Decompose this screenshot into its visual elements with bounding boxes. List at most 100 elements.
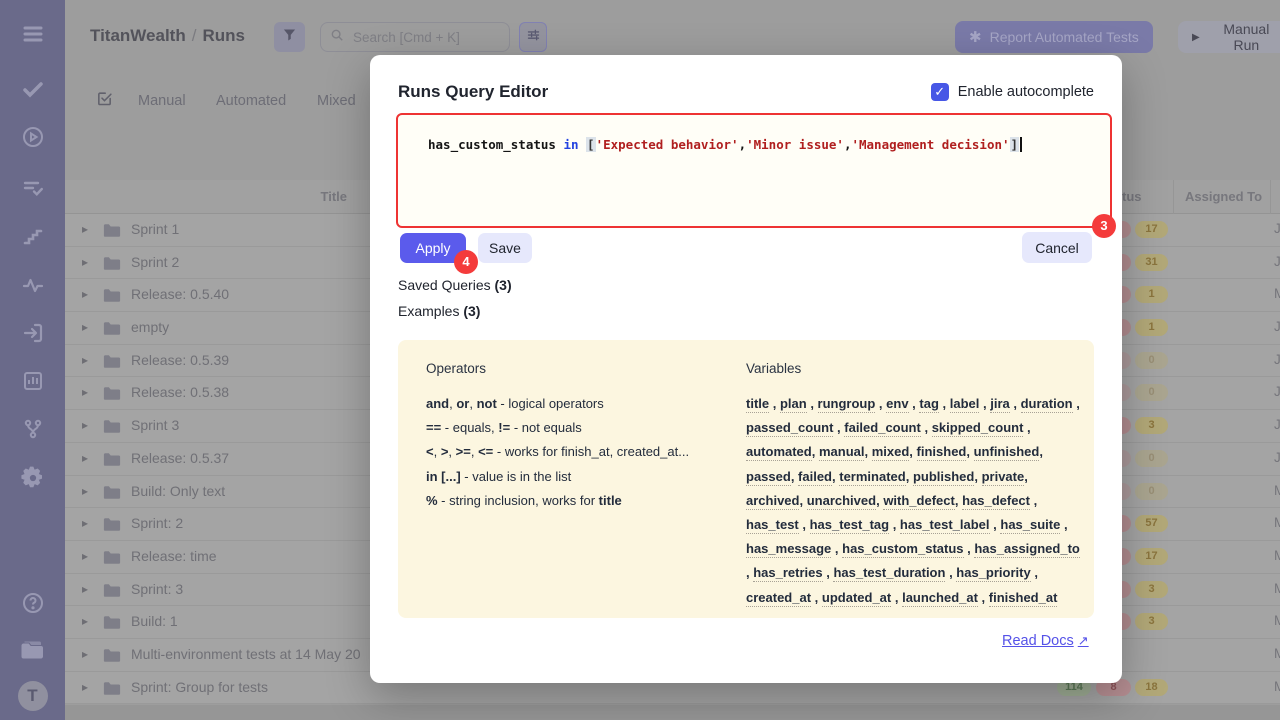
report-automated-tests-button[interactable]: ✱ Report Automated Tests — [955, 21, 1153, 53]
variable-term[interactable]: finished — [917, 444, 967, 461]
row-expand-caret-icon[interactable]: ▸ — [82, 614, 88, 628]
titanwealth-logo[interactable]: T — [0, 681, 65, 711]
cancel-button[interactable]: Cancel — [1022, 232, 1092, 263]
variable-term[interactable]: has_test — [746, 517, 799, 534]
variable-term[interactable]: tag — [919, 396, 939, 413]
settings-gear-icon[interactable] — [0, 463, 65, 493]
variable-term[interactable]: rungroup — [818, 396, 876, 413]
variable-term[interactable]: passed_count — [746, 420, 833, 437]
row-expand-caret-icon[interactable]: ▸ — [82, 385, 88, 399]
tab-automated[interactable]: Automated — [216, 93, 286, 109]
variable-term[interactable]: env — [886, 396, 908, 413]
tests-check-icon[interactable] — [0, 74, 65, 104]
run-title[interactable]: Release: time — [131, 548, 217, 564]
variable-term[interactable]: failed_count — [844, 420, 921, 437]
variable-term[interactable]: published — [913, 469, 974, 486]
run-title[interactable]: Release: 0.5.40 — [131, 286, 229, 302]
variable-term[interactable]: has_priority — [956, 565, 1030, 582]
steps-icon[interactable] — [0, 222, 65, 252]
row-expand-caret-icon[interactable]: ▸ — [82, 516, 88, 530]
variable-term[interactable]: created_at — [746, 590, 811, 607]
variable-term[interactable]: jira — [990, 396, 1010, 413]
row-expand-caret-icon[interactable]: ▸ — [82, 451, 88, 465]
variable-term[interactable]: mixed — [872, 444, 910, 461]
run-title[interactable]: Multi-environment tests at 14 May 20 — [131, 646, 361, 662]
column-header-assigned-to[interactable]: Assigned To — [1185, 189, 1262, 204]
row-expand-caret-icon[interactable]: ▸ — [82, 484, 88, 498]
read-docs-link[interactable]: Read Docs↗ — [1002, 633, 1089, 649]
manual-run-button[interactable]: ▶ Manual Run — [1178, 21, 1280, 53]
row-expand-caret-icon[interactable]: ▸ — [82, 418, 88, 432]
filter-button[interactable] — [274, 22, 305, 52]
column-header-title[interactable]: Title — [65, 189, 347, 204]
variable-term[interactable]: has_custom_status — [842, 541, 963, 558]
projects-folder-icon[interactable] — [0, 635, 65, 665]
runs-play-icon[interactable] — [0, 122, 65, 152]
run-title[interactable]: Sprint 1 — [131, 221, 179, 237]
variable-term[interactable]: automated — [746, 444, 812, 461]
row-expand-caret-icon[interactable]: ▸ — [82, 255, 88, 269]
plans-checklist-icon[interactable] — [0, 173, 65, 203]
variable-term[interactable]: has_suite — [1000, 517, 1060, 534]
variable-term[interactable]: finished_at — [989, 590, 1058, 607]
search-input[interactable] — [351, 29, 500, 46]
run-title[interactable]: Sprint: Group for tests — [131, 679, 268, 695]
variable-term[interactable]: has_test_label — [900, 517, 990, 534]
variable-term[interactable]: terminated — [839, 469, 905, 486]
run-title[interactable]: empty — [131, 319, 169, 335]
column-header-status[interactable]: tus — [1122, 189, 1142, 204]
variable-term[interactable]: archived — [746, 493, 799, 510]
row-expand-caret-icon[interactable]: ▸ — [82, 549, 88, 563]
help-icon[interactable] — [0, 588, 65, 618]
variable-term[interactable]: plan — [780, 396, 807, 413]
variable-term[interactable]: has_defect — [962, 493, 1030, 510]
tab-manual[interactable]: Manual — [138, 93, 186, 109]
variable-term[interactable]: skipped_count — [932, 420, 1024, 437]
variable-term[interactable]: has_message — [746, 541, 831, 558]
row-expand-caret-icon[interactable]: ▸ — [82, 320, 88, 334]
enable-autocomplete-toggle[interactable]: ✓ Enable autocomplete — [931, 83, 1094, 101]
query-editor-input[interactable]: has_custom_status in ['Expected behavior… — [396, 113, 1112, 228]
variable-term[interactable]: updated_at — [822, 590, 891, 607]
variable-term[interactable]: passed — [746, 469, 791, 486]
row-expand-caret-icon[interactable]: ▸ — [82, 582, 88, 596]
search-box[interactable] — [320, 22, 510, 52]
analytics-icon[interactable] — [0, 366, 65, 396]
variable-term[interactable]: has_test_tag — [810, 517, 889, 534]
sign-in-icon[interactable] — [0, 318, 65, 348]
select-runs-icon[interactable] — [96, 90, 113, 112]
variable-term[interactable]: unarchived — [807, 493, 876, 510]
pulse-icon[interactable] — [0, 270, 65, 300]
variable-term[interactable]: failed — [798, 469, 832, 486]
run-title[interactable]: Sprint: 3 — [131, 581, 183, 597]
variable-term[interactable]: has_retries — [753, 565, 822, 582]
variable-term[interactable]: duration — [1021, 396, 1073, 413]
variable-term[interactable]: unfinished — [974, 444, 1040, 461]
variable-term[interactable]: label — [950, 396, 980, 413]
examples-link[interactable]: Examples (3) — [398, 303, 480, 319]
tab-mixed[interactable]: Mixed — [317, 93, 356, 109]
breadcrumb-project[interactable]: TitanWealth — [90, 26, 186, 45]
row-expand-caret-icon[interactable]: ▸ — [82, 680, 88, 694]
run-title[interactable]: Release: 0.5.39 — [131, 352, 229, 368]
save-button[interactable]: Save — [478, 233, 532, 263]
view-settings-button[interactable] — [519, 22, 547, 52]
variable-term[interactable]: launched_at — [902, 590, 978, 607]
run-title[interactable]: Build: Only text — [131, 483, 225, 499]
variable-term[interactable]: with_defect — [883, 493, 955, 510]
menu-icon[interactable] — [0, 19, 65, 49]
variable-term[interactable]: has_assigned_to — [974, 541, 1080, 558]
branch-icon[interactable] — [0, 414, 65, 444]
run-title[interactable]: Release: 0.5.38 — [131, 384, 229, 400]
variable-term[interactable]: title — [746, 396, 769, 413]
row-expand-caret-icon[interactable]: ▸ — [82, 222, 88, 236]
run-title[interactable]: Sprint 3 — [131, 417, 179, 433]
run-title[interactable]: Sprint 2 — [131, 254, 179, 270]
variable-term[interactable]: manual — [819, 444, 865, 461]
variable-term[interactable]: has_test_duration — [833, 565, 945, 582]
variable-term[interactable]: private — [982, 469, 1025, 486]
run-title[interactable]: Release: 0.5.37 — [131, 450, 229, 466]
saved-queries-link[interactable]: Saved Queries (3) — [398, 277, 512, 293]
row-expand-caret-icon[interactable]: ▸ — [82, 287, 88, 301]
autocomplete-checkbox[interactable]: ✓ — [931, 83, 949, 101]
